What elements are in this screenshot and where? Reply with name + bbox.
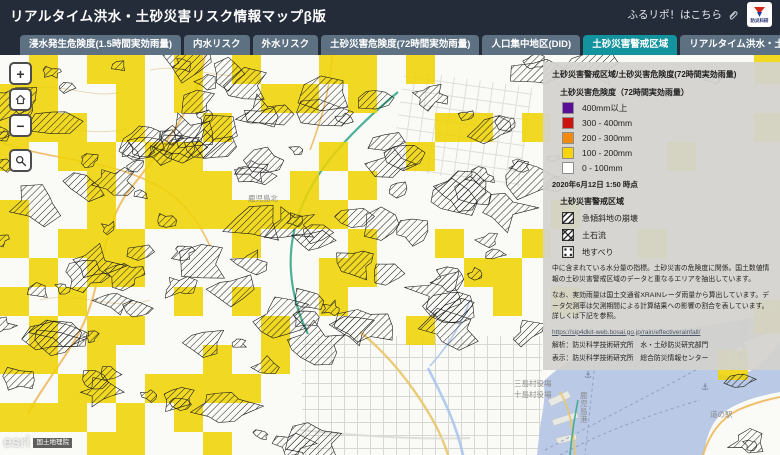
legend-title: 土砂災害危険度（72時間実効雨量） [560, 87, 771, 98]
paperclip-icon [727, 9, 739, 21]
svg-text:⚓: ⚓ [701, 382, 709, 392]
panel-description-2: なお、実効雨量は国土交通省XRAINレーダ雨量から算出しています。データ欠測率は… [552, 291, 771, 323]
map-place-label: 十島村役場 [514, 389, 552, 399]
header: リアルタイム洪水・土砂災害リスク情報マップβ版 ふるリポ！はこちら 防災科研 浸… [0, 0, 780, 55]
legend-label: 400mm以上 [582, 102, 627, 114]
legend-label: 100 - 200mm [582, 148, 632, 158]
legend-panel: 土砂災害警戒区域/土砂災害危険度(72時間実効雨量) 土砂災害危険度（72時間実… [543, 62, 780, 370]
fururepo-label: ふるリポ！はこちら [628, 7, 723, 22]
tab-7[interactable]: リアルタイム洪水・土砂災害リスクについて [680, 35, 780, 56]
effective-rainfall-link[interactable]: https://sip4dkit-web.bosai.go.jp/rain/ef… [552, 329, 771, 336]
legend-swatch [562, 147, 574, 159]
map-attribution: esri 国土地理院 [3, 434, 72, 452]
panel-title: 土砂災害警戒区域/土砂災害危険度(72時間実効雨量) [552, 69, 771, 80]
header-top: リアルタイム洪水・土砂災害リスク情報マップβ版 ふるリポ！はこちら 防災科研 [0, 0, 780, 29]
header-right: ふるリポ！はこちら 防災科研 [628, 2, 773, 27]
legend-label: 300 - 400mm [582, 118, 632, 128]
nied-logo-text: 防災科研 [751, 19, 769, 24]
search-button[interactable] [9, 149, 32, 172]
svg-text:⚓: ⚓ [584, 370, 592, 380]
credit-analysis: 解析：防災科学技術研究所 水・土砂防災研究部門 [552, 339, 771, 349]
legend-row-2: 300 - 400mm [562, 117, 771, 129]
zoom-in-button[interactable]: + [9, 62, 32, 85]
zone-label: 地すべり [582, 247, 613, 258]
panel-description-1: 中に含まれている水分量の指標。土砂災害の危険度に関係。国土数値情報の土砂災害警戒… [552, 264, 771, 285]
nied-logo-mark [753, 6, 766, 18]
zone-label: 急傾斜地の崩壊 [582, 213, 638, 224]
legend-row-3: 200 - 300mm [562, 132, 771, 144]
search-icon [15, 155, 27, 167]
tab-4[interactable]: 土砂災害危険度(72時間実効雨量) [321, 35, 479, 56]
map-place-label: 道の駅 [710, 409, 733, 419]
zone-title: 土砂災害警戒区域 [560, 196, 771, 207]
tab-1[interactable]: 浸水発生危険度(1.5時間実効雨量) [20, 35, 181, 56]
legend-row-4: 100 - 200mm [562, 147, 771, 159]
page-title: リアルタイム洪水・土砂災害リスク情報マップβ版 [10, 5, 326, 25]
map-place-label: 鹿児島港 [580, 390, 588, 424]
esri-logo: esri [3, 434, 29, 452]
zone-row-3: 地すべり [562, 246, 771, 258]
zoom-out-button[interactable]: − [9, 114, 32, 137]
legend-swatch [562, 162, 574, 174]
cross-pattern-icon [562, 229, 574, 241]
legend-swatch [562, 117, 574, 129]
home-button[interactable] [9, 88, 32, 111]
legend-row-1: 400mm以上 [562, 102, 771, 114]
zone-row-2: 土石流 [562, 229, 771, 241]
legend-swatch [562, 102, 574, 114]
map-place-label: 三島村役場 [514, 378, 552, 388]
credit-display: 表示：防災科学技術研究所 総合防災情報センター [552, 352, 771, 362]
tab-bar: 浸水発生危険度(1.5時間実効雨量)内水リスク外水リスク土砂災害危険度(72時間… [0, 29, 780, 55]
diagonal-pattern-icon [562, 212, 574, 224]
dots-pattern-icon [562, 246, 574, 258]
legend-label: 0 - 100mm [582, 163, 623, 173]
risk-legend: 400mm以上 300 - 400mm 200 - 300mm 100 - 200mm… [562, 102, 771, 174]
zone-row-1: 急傾斜地の崩壊 [562, 212, 771, 224]
tab-3[interactable]: 外水リスク [253, 35, 319, 56]
map-place-label: 鹿児島北 [248, 193, 278, 203]
legend-timestamp: 2020年6月12日 1:50 時点 [552, 179, 771, 190]
home-icon [14, 93, 27, 106]
tab-6[interactable]: 土砂災害警戒区域 [583, 35, 677, 56]
map-controls: + − [9, 62, 32, 172]
gsi-badge: 国土地理院 [33, 438, 72, 448]
legend-swatch [562, 132, 574, 144]
fururepo-link[interactable]: ふるリポ！はこちら [628, 7, 740, 22]
legend-row-5: 0 - 100mm [562, 162, 771, 174]
zone-legend: 急傾斜地の崩壊土石流地すべり [562, 212, 771, 258]
tab-5[interactable]: 人口集中地区(DID) [482, 35, 580, 56]
legend-label: 200 - 300mm [582, 133, 632, 143]
nied-logo[interactable]: 防災科研 [747, 2, 772, 27]
tab-2[interactable]: 内水リスク [184, 35, 250, 56]
zone-label: 土石流 [582, 230, 606, 241]
